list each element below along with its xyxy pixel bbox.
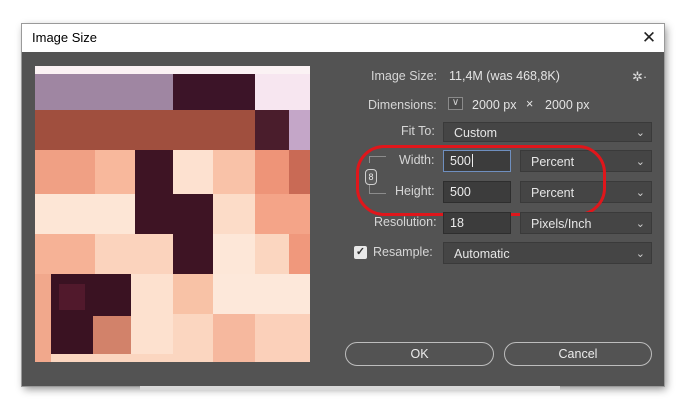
preview-pixel [289, 110, 310, 150]
resolution-unit-value: Pixels/Inch [531, 217, 592, 231]
image-size-dialog: Image Size ✕ ✲· Image Size: 11,4M (was 4… [22, 24, 664, 386]
dialog-title: Image Size [32, 30, 98, 45]
preview-pixel [213, 234, 255, 274]
resample-label: Resample: [373, 245, 433, 259]
preview-pixel [255, 74, 310, 110]
resample-checkbox[interactable]: ✓ [354, 246, 367, 259]
preview-pixel [35, 110, 255, 150]
fit-to-select[interactable]: Custom ⌄ [443, 122, 652, 142]
fit-to-label: Fit To: [401, 124, 435, 138]
dimensions-height: 2000 px [545, 98, 590, 112]
preview-pixel [95, 150, 135, 194]
dimensions-times: × [526, 97, 534, 111]
ok-button[interactable]: OK [345, 342, 494, 366]
preview-pixel [213, 194, 255, 234]
resample-value: Automatic [454, 247, 510, 261]
preview-pixel [213, 274, 310, 314]
dimensions-label: Dimensions: [368, 98, 437, 112]
preview-pixel [35, 194, 135, 234]
preview-pixel [35, 234, 95, 274]
dimensions-width: 2000 px [472, 98, 517, 112]
chevron-down-icon: ⌄ [635, 218, 645, 230]
highlight-annotation [356, 145, 606, 216]
preview-pixel [173, 74, 255, 110]
preview-pixel [213, 150, 255, 194]
preview-pixel [35, 274, 51, 362]
resample-select[interactable]: Automatic ⌄ [443, 242, 652, 264]
title-bar: Image Size ✕ [22, 24, 664, 52]
preview-pixel [59, 284, 85, 310]
preview-pixel [95, 234, 173, 274]
preview-pixel [255, 110, 289, 150]
resolution-value: 18 [450, 216, 464, 230]
preview-pixel [131, 274, 173, 354]
close-icon[interactable]: ✕ [634, 24, 664, 52]
preview-pixel [255, 150, 289, 194]
preview-pixel [173, 274, 213, 314]
preview-pixel [35, 74, 173, 110]
gear-icon[interactable]: ✲· [632, 69, 647, 85]
preview-pixel [93, 316, 131, 354]
preview-pixel [289, 234, 310, 274]
preview-pixel [135, 150, 173, 234]
image-size-label: Image Size: [371, 69, 438, 83]
preview-pixel [213, 314, 255, 362]
preview-pixel [35, 150, 95, 194]
preview-pixel [289, 150, 310, 194]
preview-pixel [173, 194, 213, 274]
preview-pixel [173, 150, 213, 194]
chevron-down-icon: ⌄ [635, 156, 645, 168]
fit-to-value: Custom [454, 126, 498, 140]
chevron-down-icon: ⌄ [635, 248, 645, 260]
resolution-unit-select[interactable]: Pixels/Inch ⌄ [520, 212, 652, 234]
resolution-input[interactable]: 18 [443, 212, 511, 234]
resolution-label: Resolution: [374, 215, 437, 229]
cancel-button[interactable]: Cancel [504, 342, 652, 366]
preview-pixel [255, 314, 310, 362]
image-preview[interactable] [35, 66, 310, 362]
chevron-down-icon: ⌄ [635, 187, 645, 199]
chevron-down-icon: ⌄ [635, 127, 645, 139]
bottom-edge-strip [140, 386, 560, 390]
image-size-value: 11,4M (was 468,8K) [449, 69, 560, 83]
preview-pixel [255, 194, 310, 234]
dimensions-dropdown-icon[interactable]: ∨ [448, 97, 463, 110]
